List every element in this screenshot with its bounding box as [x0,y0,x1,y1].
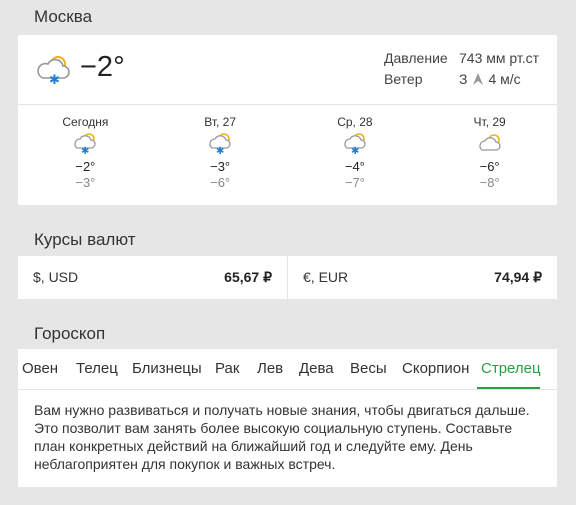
wind-label: Ветер [384,71,423,87]
svg-text:✱: ✱ [49,73,60,85]
wind-arrow-icon [473,73,484,85]
forecast-high: −6° [479,159,500,174]
horoscope-tabs: Овен Телец Близнецы Рак Лев Дева Весы Ск… [18,349,557,390]
forecast-low: −6° [210,175,231,190]
horoscope-title: Гороскоп [34,324,106,343]
svg-text:✱: ✱ [81,146,89,154]
active-tab-underline [477,387,540,389]
forecast-day[interactable]: Вт, 27 ✱ −3° −6° [153,105,288,205]
forecast-high: −4° [344,159,365,174]
horoscope-card: Овен Телец Близнецы Рак Лев Дева Весы Ск… [18,349,557,487]
forecast-day-name: Вт, 27 [204,115,237,129]
wind-speed: 4 м/с [488,71,521,87]
current-temperature: −2° [80,51,125,83]
tab-strelets[interactable]: Стрелец [481,360,541,377]
forecast-day[interactable]: Чт, 29 −6° −8° [422,105,557,205]
pressure-label: Давление [384,50,448,66]
cloud-snow-sun-icon: ✱ [37,56,70,85]
currency-value: 74,94 ₽ [494,269,542,285]
tab-lev[interactable]: Лев [257,360,283,377]
forecast-low: −3° [75,175,96,190]
weather-card[interactable]: ✱ −2° Давление 743 мм рт.ст Ветер З 4 м/… [18,35,557,205]
forecast-day[interactable]: Сегодня ✱ −2° −3° [18,105,153,205]
currency-eur[interactable]: €, EUR 74,94 ₽ [287,256,557,299]
currency-card: $, USD 65,67 ₽ €, EUR 74,94 ₽ [18,256,557,299]
tab-vesy[interactable]: Весы [350,360,387,377]
weather-details: Давление 743 мм рт.ст Ветер З 4 м/с [384,48,539,90]
pressure-value: 743 мм рт.ст [459,50,540,66]
forecast-low: −8° [479,175,500,190]
forecast-low: −7° [344,175,365,190]
cloud-snow-sun-icon: ✱ [74,133,97,157]
wind-direction: З [459,71,468,87]
currency-title: Курсы валют [34,230,136,249]
forecast-high: −3° [210,159,231,174]
forecast-day-name: Сегодня [62,115,109,129]
forecast-day[interactable]: Ср, 28 ✱ −4° −7° [288,105,423,205]
cloud-snow-sun-icon: ✱ [344,133,366,157]
forecast-row: Сегодня ✱ −2° −3° Вт, 27 ✱ −3° −6° Ср, 2… [18,105,557,205]
forecast-high: −2° [75,159,96,174]
tab-bliznetsy[interactable]: Близнецы [132,360,202,377]
svg-text:✱: ✱ [216,146,224,154]
tab-telets[interactable]: Телец [76,360,118,377]
currency-value: 65,67 ₽ [224,269,272,285]
tab-oven[interactable]: Овен [22,360,58,377]
currency-name: €, EUR [303,269,349,285]
city-title: Москва [34,7,93,26]
forecast-day-name: Ср, 28 [337,115,373,129]
cloud-snow-sun-icon: ✱ [209,133,231,157]
tab-deva[interactable]: Дева [299,360,334,377]
svg-text:✱: ✱ [351,146,359,154]
tab-skorpion[interactable]: Скорпион [402,360,469,377]
horoscope-text: Вам нужно развиваться и получать новые з… [34,402,530,472]
currency-name: $, USD [33,269,79,285]
tab-rak[interactable]: Рак [215,360,239,377]
currency-usd[interactable]: $, USD 65,67 ₽ [18,256,287,299]
weather-current: ✱ −2° Давление 743 мм рт.ст Ветер З 4 м/… [18,35,557,105]
cloud-sun-icon [479,134,501,151]
forecast-day-name: Чт, 29 [473,115,506,129]
